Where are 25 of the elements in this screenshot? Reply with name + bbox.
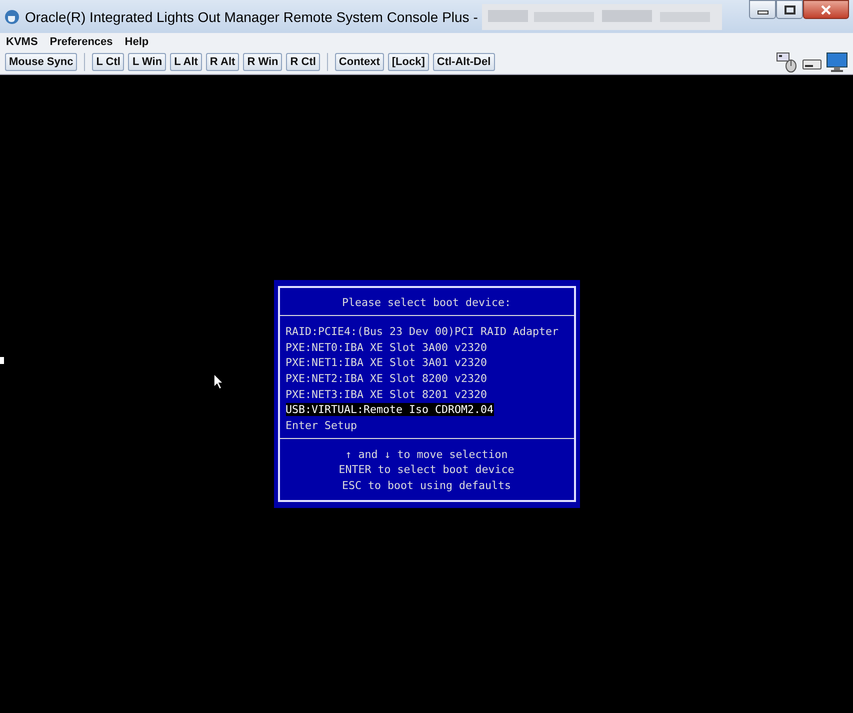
boot-option[interactable]: PXE:NET1:IBA XE Slot 3A01 v2320 (286, 356, 488, 370)
toolbar-button[interactable]: R Alt (206, 53, 240, 71)
toolbar-button[interactable]: Mouse Sync (5, 53, 78, 71)
boot-option[interactable]: RAID:PCIE4:(Bus 23 Dev 00)PCI RAID Adapter (286, 324, 559, 338)
toolbar-button[interactable]: R Ctl (286, 53, 320, 71)
toolbar-button[interactable]: Ctl-Alt-Del (432, 53, 495, 71)
help-text: ESC to boot using defaults (342, 479, 511, 492)
toolbar-button[interactable]: Context (334, 53, 384, 71)
help-text: ↑ and ↓ to move selection (345, 448, 508, 461)
toolbar-button[interactable]: L Alt (170, 53, 202, 71)
boot-option[interactable]: PXE:NET3:IBA XE Slot 8201 v2320 (286, 388, 488, 401)
boot-option[interactable]: Enter Setup (286, 419, 358, 432)
menu-item[interactable]: KVMS (6, 36, 38, 48)
boot-option[interactable]: USB:VIRTUAL:Remote Iso CDROM2.04 (286, 403, 494, 416)
toolbar-button[interactable]: L Ctl (92, 53, 124, 71)
toolbar-button[interactable]: [Lock] (388, 53, 429, 71)
toolbar-button[interactable]: L Win (128, 53, 166, 71)
help-text: ENTER to select boot device (338, 463, 514, 476)
menu-item[interactable]: Help (124, 36, 149, 48)
window-title: Oracle(R) Integrated Lights Out Manager Remote System Console Plus - (25, 8, 478, 24)
menu-item[interactable]: Preferences (50, 36, 113, 48)
toolbar-button[interactable]: R Win (243, 53, 282, 71)
boot-option[interactable]: PXE:NET0:IBA XE Slot 3A00 v2320 (286, 340, 488, 354)
boot-menu-title: Please select boot device: (340, 295, 512, 311)
boot-option[interactable]: PXE:NET2:IBA XE Slot 8200 v2320 (286, 372, 488, 385)
